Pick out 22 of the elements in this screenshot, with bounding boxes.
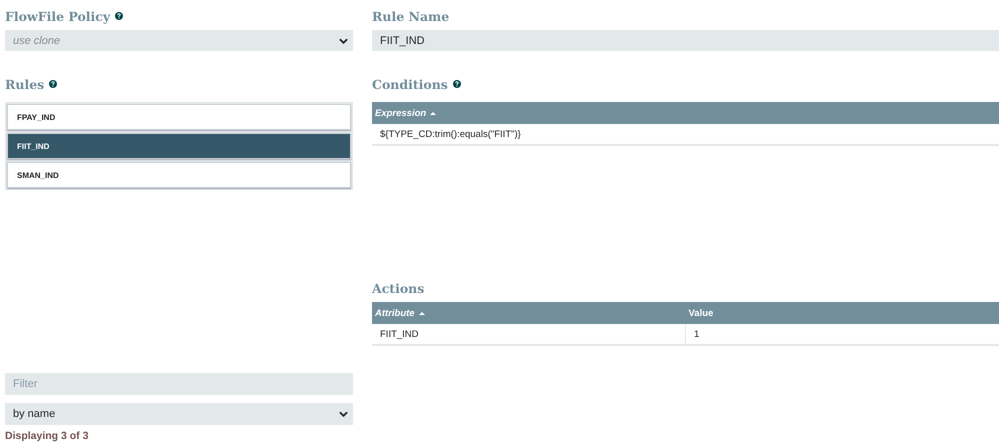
- sort-icon: [418, 312, 425, 314]
- section-title: Actions: [372, 280, 424, 296]
- rule-name-field[interactable]: FIIT_IND: [372, 30, 999, 51]
- section-title: Conditions: [372, 76, 448, 92]
- help-icon[interactable]: [115, 12, 124, 20]
- section-title: Rules: [5, 76, 44, 92]
- table-cell-text: ${TYPE_CD:trim():equals("FIIT")}: [379, 128, 522, 142]
- status-text: Displaying 3 of 3: [5, 430, 90, 442]
- chevron-icon: [339, 411, 348, 417]
- section-title: FlowFile Policy: [5, 8, 110, 24]
- table-cell-text: FIIT_IND: [379, 328, 420, 342]
- table-cell: 1: [685, 324, 999, 344]
- sort-select[interactable]: by name: [5, 403, 353, 425]
- rule-item[interactable]: SMAN_IND: [7, 162, 351, 188]
- section-title: Rule Name: [372, 8, 450, 24]
- filter-field[interactable]: Filter: [5, 373, 353, 395]
- rule-item[interactable]: FIIT_IND: [7, 133, 351, 159]
- help-icon[interactable]: [49, 80, 58, 88]
- rule-item[interactable]: FPAY_IND: [7, 104, 351, 130]
- sort-icon: [430, 112, 436, 114]
- chevron-icon: [339, 38, 348, 44]
- help-icon[interactable]: [452, 80, 461, 88]
